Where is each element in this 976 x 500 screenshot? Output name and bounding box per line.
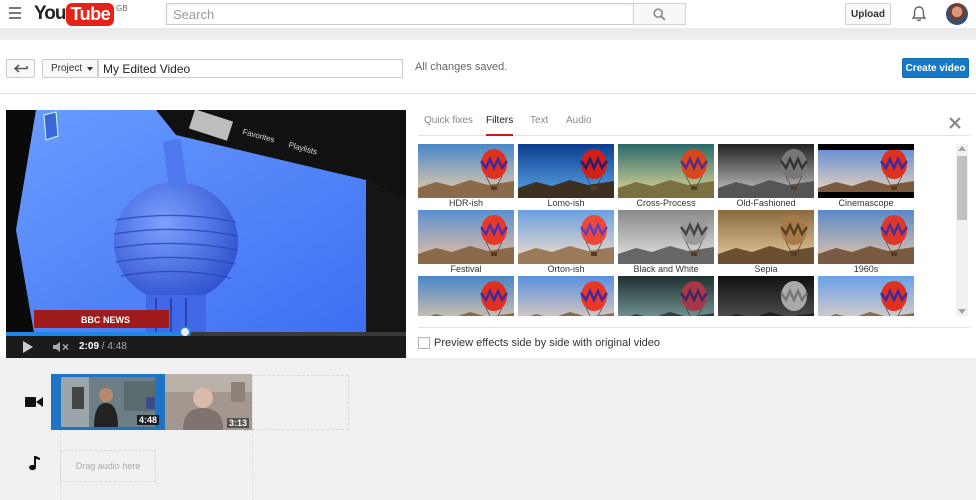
clip-2-duration: 3:13	[226, 418, 249, 428]
upload-button[interactable]: Upload	[845, 3, 891, 25]
clip-1-duration: 4:48	[136, 415, 159, 425]
filter-thumbnail	[518, 144, 614, 198]
filter-sepia[interactable]: Sepia	[718, 210, 814, 276]
filter-thumbnail	[518, 276, 614, 316]
bell-icon[interactable]	[910, 5, 928, 23]
filter-black-and-white[interactable]: Black and White	[618, 210, 714, 276]
filter-thumbnail	[418, 144, 514, 198]
filter-label: 1960s	[853, 264, 879, 274]
search-box	[166, 3, 633, 25]
filter-1960s[interactable]: 1960s	[818, 210, 914, 276]
editor-toolbar: Project All changes saved. Create video	[0, 40, 976, 94]
filter-lomo-ish[interactable]: Lomo-ish	[518, 144, 614, 210]
time-display: 2:09 / 4:48	[79, 341, 127, 352]
video-frame[interactable]: Favorites Playlists BBC NEWS	[6, 110, 406, 333]
total-time: 4:48	[107, 341, 127, 352]
tab-quick-fixes[interactable]: Quick fixes	[424, 115, 473, 136]
panel-divider	[418, 327, 970, 328]
filter-old-fashioned[interactable]: Old-Fashioned	[718, 144, 814, 210]
scroll-down-arrow-icon[interactable]	[958, 309, 966, 314]
filter-thumbnail	[818, 144, 914, 198]
filter-orton-ish[interactable]: Orton-ish	[518, 210, 614, 276]
filter-item-14[interactable]	[818, 276, 914, 316]
filter-label: Lomo-ish	[547, 198, 585, 208]
timeline-clip-1[interactable]: 4:48	[51, 374, 165, 430]
project-dropdown-label: Project	[51, 63, 83, 74]
tab-text[interactable]: Text	[530, 115, 548, 136]
logo-you-text: You	[34, 3, 67, 24]
video-drop-zone[interactable]	[252, 375, 349, 430]
filter-thumbnail	[618, 144, 714, 198]
project-dropdown[interactable]: Project	[42, 59, 98, 78]
audio-drop-zone[interactable]: Drag audio here	[60, 450, 156, 482]
close-icon[interactable]	[948, 116, 962, 130]
save-status: All changes saved.	[415, 61, 508, 73]
logo-tube-text: Tube	[66, 2, 115, 26]
caret-down-icon	[87, 66, 94, 71]
filter-label: Festival	[450, 264, 482, 274]
clip-trim-handle-left[interactable]	[54, 377, 61, 427]
filter-label: HDR-ish	[448, 198, 483, 208]
filter-thumbnail	[618, 210, 714, 264]
scroll-thumb[interactable]	[957, 156, 967, 220]
filter-item-13[interactable]	[718, 276, 814, 316]
play-button[interactable]	[23, 341, 33, 353]
music-note-icon	[29, 456, 40, 471]
logo-region: GB	[116, 4, 128, 13]
filter-thumbnail	[618, 276, 714, 316]
project-name-input[interactable]	[98, 59, 403, 78]
bbc-news-logo: BBC NEWS	[81, 315, 130, 325]
filter-hdr-ish[interactable]: HDR-ish	[418, 144, 514, 210]
filter-label: Cross-Process	[636, 198, 696, 208]
youtube-logo[interactable]: You Tube GB	[34, 2, 128, 26]
avatar[interactable]	[946, 3, 968, 25]
preview-side-by-side-checkbox[interactable]	[418, 337, 430, 349]
filter-cross-process[interactable]: Cross-Process	[618, 144, 714, 210]
filter-item-12[interactable]	[618, 276, 714, 316]
preview-side-by-side-label[interactable]: Preview effects side by side with origin…	[434, 337, 660, 349]
filter-item-11[interactable]	[518, 276, 614, 316]
track-guide	[252, 430, 253, 500]
filter-thumbnail	[518, 210, 614, 264]
tab-filters[interactable]: Filters	[486, 115, 514, 136]
filter-scrollbar[interactable]	[956, 144, 968, 316]
filter-item-10[interactable]	[418, 276, 514, 316]
search-icon	[653, 7, 666, 21]
tab-audio[interactable]: Audio	[566, 115, 592, 136]
video-player[interactable]: Favorites Playlists BBC NEWS 2:09 / 4:48	[6, 110, 406, 358]
timeline: 4:48 3:13 Drag audio here	[0, 358, 976, 500]
back-arrow-icon	[13, 64, 28, 73]
filter-label: Old-Fashioned	[736, 198, 796, 208]
filter-thumbnail	[818, 276, 914, 316]
filter-thumbnail	[718, 144, 814, 198]
back-button[interactable]	[6, 59, 35, 78]
masthead: You Tube GB Upload	[0, 0, 976, 28]
filter-festival[interactable]: Festival	[418, 210, 514, 276]
filter-grid: HDR-ish Lomo-ish Cross-Process Old-Fashi…	[418, 144, 954, 316]
current-time: 2:09	[79, 341, 100, 352]
mute-icon[interactable]	[52, 341, 72, 353]
filter-thumbnail	[818, 210, 914, 264]
filter-cinemascope[interactable]: Cinemascope	[818, 144, 914, 210]
search-button[interactable]	[633, 3, 686, 25]
timeline-clip-2[interactable]: 3:13	[165, 374, 252, 430]
filter-label: Black and White	[633, 264, 699, 274]
search-input[interactable]	[167, 4, 633, 24]
player-controls: 2:09 / 4:48	[6, 336, 406, 358]
filter-thumbnail	[418, 276, 514, 316]
video-camera-icon	[25, 397, 43, 407]
menu-icon[interactable]	[9, 7, 21, 19]
filter-thumbnail	[418, 210, 514, 264]
scroll-up-arrow-icon[interactable]	[958, 146, 966, 151]
filter-thumbnail	[718, 276, 814, 316]
masthead-divider	[0, 28, 976, 40]
filter-thumbnail	[718, 210, 814, 264]
effects-tabs: Quick fixes Filters Text Audio	[418, 110, 970, 136]
filter-label: Orton-ish	[547, 264, 585, 274]
filter-label: Sepia	[754, 264, 778, 274]
filter-label: Cinemascope	[838, 198, 894, 208]
create-video-button[interactable]: Create video	[902, 58, 969, 78]
